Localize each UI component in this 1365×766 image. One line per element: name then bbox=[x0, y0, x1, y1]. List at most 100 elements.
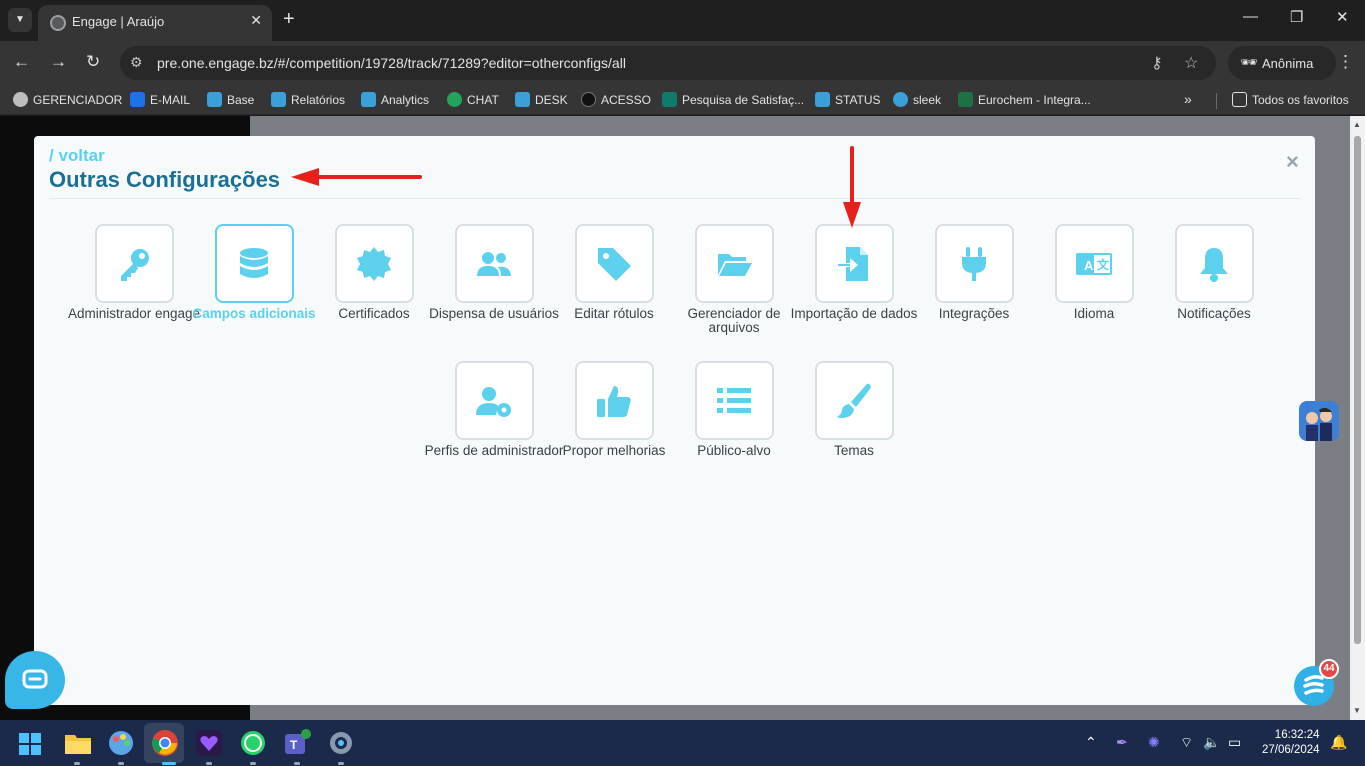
tile-campos-adicionais[interactable]: Campos adicionais bbox=[184, 224, 324, 321]
tile-button[interactable] bbox=[94, 224, 174, 303]
address-bar[interactable]: ⚙ pre.one.engage.bz/#/competition/19728/… bbox=[120, 46, 1216, 80]
tile-temas[interactable]: Temas bbox=[784, 361, 924, 458]
avatar-icon bbox=[1306, 407, 1332, 441]
reload-icon[interactable]: ↻ bbox=[86, 52, 100, 72]
chevron-up-icon[interactable]: ⌃ bbox=[1085, 734, 1097, 751]
tile-button[interactable] bbox=[214, 224, 294, 303]
globe-icon bbox=[50, 15, 66, 31]
bookmark-item[interactable]: STATUS bbox=[815, 92, 881, 107]
bookmark-label: sleek bbox=[913, 93, 942, 107]
tile-editar-rotulos[interactable]: Editar rótulos bbox=[544, 224, 684, 321]
bookmark-item[interactable]: Analytics bbox=[361, 92, 429, 107]
bookmark-icon bbox=[361, 92, 376, 107]
chrome-icon[interactable] bbox=[150, 728, 180, 758]
tile-importacao-de-dados[interactable]: Importação de dados bbox=[784, 224, 924, 321]
tab-search-button[interactable]: ▼ bbox=[8, 8, 32, 32]
tile-perfis-de-administrador[interactable]: Perfis de administrador bbox=[424, 361, 564, 458]
paint-app-icon[interactable] bbox=[106, 728, 136, 758]
tile-label: Integrações bbox=[938, 306, 1010, 321]
site-info-icon[interactable]: ⚙ bbox=[130, 54, 143, 71]
tile-administrador-engage[interactable]: Administrador engage bbox=[64, 224, 204, 321]
teams-icon[interactable]: T bbox=[282, 728, 312, 758]
back-arrow-icon[interactable]: ← bbox=[13, 52, 30, 72]
bookmark-item[interactable]: E-MAIL bbox=[130, 92, 190, 107]
tile-button[interactable] bbox=[574, 361, 654, 440]
tile-button[interactable] bbox=[1174, 224, 1254, 303]
bookmark-item[interactable]: sleek bbox=[893, 92, 941, 107]
system-clock[interactable]: 16:32:24 27/06/2024 bbox=[1262, 728, 1320, 758]
forward-arrow-icon[interactable]: → bbox=[50, 52, 67, 72]
tile-button[interactable] bbox=[814, 224, 894, 303]
tile-button[interactable]: A文 bbox=[1054, 224, 1134, 303]
tile-button[interactable] bbox=[454, 224, 534, 303]
tile-button[interactable] bbox=[334, 224, 414, 303]
notification-bell-icon[interactable]: 🔔 bbox=[1330, 734, 1347, 751]
taskbar-running-dot bbox=[250, 762, 256, 765]
incognito-profile-button[interactable]: 🕶 Anônima bbox=[1228, 46, 1336, 80]
tab-close-icon[interactable]: ✕ bbox=[250, 12, 262, 29]
bookmark-item[interactable]: Eurochem - Integra... bbox=[958, 92, 1091, 107]
windows-start-icon[interactable] bbox=[18, 732, 42, 756]
browser-tab[interactable]: Engage | Araújo ✕ bbox=[38, 5, 272, 41]
bookmark-label: E-MAIL bbox=[150, 93, 191, 107]
bookmark-item[interactable]: GERENCIADOR bbox=[13, 92, 122, 107]
scroll-down-icon[interactable]: ▼ bbox=[1353, 706, 1361, 715]
tile-button[interactable] bbox=[694, 224, 774, 303]
tile-button[interactable] bbox=[454, 361, 534, 440]
tile-certificados[interactable]: Certificados bbox=[304, 224, 444, 321]
purple-heart-app-icon[interactable] bbox=[194, 728, 224, 758]
page-scrollbar[interactable]: ▲ ▼ bbox=[1350, 116, 1365, 720]
settings-gear-icon[interactable] bbox=[326, 728, 356, 758]
feather-tray-icon[interactable]: ✒ bbox=[1116, 734, 1128, 751]
bookmark-item[interactable]: Relatórios bbox=[271, 92, 345, 107]
tile-gerenciador-de-arquivos[interactable]: Gerenciador de arquivos bbox=[664, 224, 804, 335]
tile-integracoes[interactable]: Integrações bbox=[904, 224, 1044, 321]
url-text[interactable]: pre.one.engage.bz/#/competition/19728/tr… bbox=[157, 55, 626, 71]
tile-idioma[interactable]: A文 Idioma bbox=[1024, 224, 1164, 321]
clock-date: 27/06/2024 bbox=[1262, 744, 1320, 756]
wifi-icon[interactable]: ⌔ bbox=[1180, 734, 1193, 752]
browser-menu-icon[interactable]: ⋮ bbox=[1337, 52, 1354, 72]
tile-button[interactable] bbox=[574, 224, 654, 303]
back-link[interactable]: / voltar bbox=[49, 146, 105, 166]
chat-widget-button[interactable] bbox=[5, 651, 65, 709]
bookmark-label: STATUS bbox=[835, 93, 881, 107]
bookmark-label: Pesquisa de Satisfaç... bbox=[682, 93, 805, 107]
taskbar-running-dot bbox=[294, 762, 300, 765]
window-close-icon[interactable]: ✕ bbox=[1336, 8, 1349, 26]
assistant-avatar-widget[interactable] bbox=[1299, 401, 1339, 441]
battery-icon[interactable]: ▭ bbox=[1228, 734, 1241, 751]
new-tab-button[interactable]: + bbox=[283, 8, 295, 31]
scroll-up-icon[interactable]: ▲ bbox=[1353, 120, 1361, 129]
tile-button[interactable] bbox=[694, 361, 774, 440]
bookmark-icon bbox=[662, 92, 677, 107]
bookmark-item[interactable]: CHAT bbox=[447, 92, 499, 107]
modal-close-icon[interactable]: × bbox=[1286, 149, 1299, 175]
bookmark-icon bbox=[271, 92, 286, 107]
bookmark-item[interactable]: Base bbox=[207, 92, 254, 107]
tile-propor-melhorias[interactable]: Propor melhorias bbox=[544, 361, 684, 458]
tile-button[interactable] bbox=[934, 224, 1014, 303]
page-viewport: ▲ ▼ / voltar Outras Configurações × Admi… bbox=[0, 116, 1365, 720]
whatsapp-icon[interactable] bbox=[238, 728, 268, 758]
bookmark-item[interactable]: Pesquisa de Satisfaç... bbox=[662, 92, 804, 107]
chevron-double-right-icon[interactable]: » bbox=[1184, 91, 1192, 107]
all-bookmarks-button[interactable]: Todos os favoritos bbox=[1232, 92, 1349, 107]
bookmark-label: Analytics bbox=[381, 93, 430, 107]
tile-publico-alvo[interactable]: Público-alvo bbox=[664, 361, 804, 458]
star-bookmark-icon[interactable]: ☆ bbox=[1184, 53, 1198, 73]
tile-label: Gerenciador de arquivos bbox=[687, 306, 781, 335]
minimize-icon[interactable]: — bbox=[1243, 8, 1258, 25]
bookmark-item[interactable]: DESK bbox=[515, 92, 568, 107]
tile-button[interactable] bbox=[814, 361, 894, 440]
restore-icon[interactable]: ❐ bbox=[1290, 8, 1303, 26]
bookmark-item[interactable]: ACESSO bbox=[581, 92, 651, 107]
speaker-icon[interactable]: 🔈 bbox=[1203, 734, 1220, 751]
tile-dispensa-de-usuarios[interactable]: Dispensa de usuários bbox=[424, 224, 564, 321]
tile-notificacoes[interactable]: Notificações bbox=[1144, 224, 1284, 321]
key-password-icon[interactable]: ⚷ bbox=[1151, 53, 1163, 73]
flower-tray-icon[interactable]: ✺ bbox=[1148, 734, 1160, 751]
scroll-thumb[interactable] bbox=[1354, 136, 1361, 644]
bookmark-icon bbox=[13, 92, 28, 107]
file-explorer-icon[interactable] bbox=[63, 728, 93, 758]
